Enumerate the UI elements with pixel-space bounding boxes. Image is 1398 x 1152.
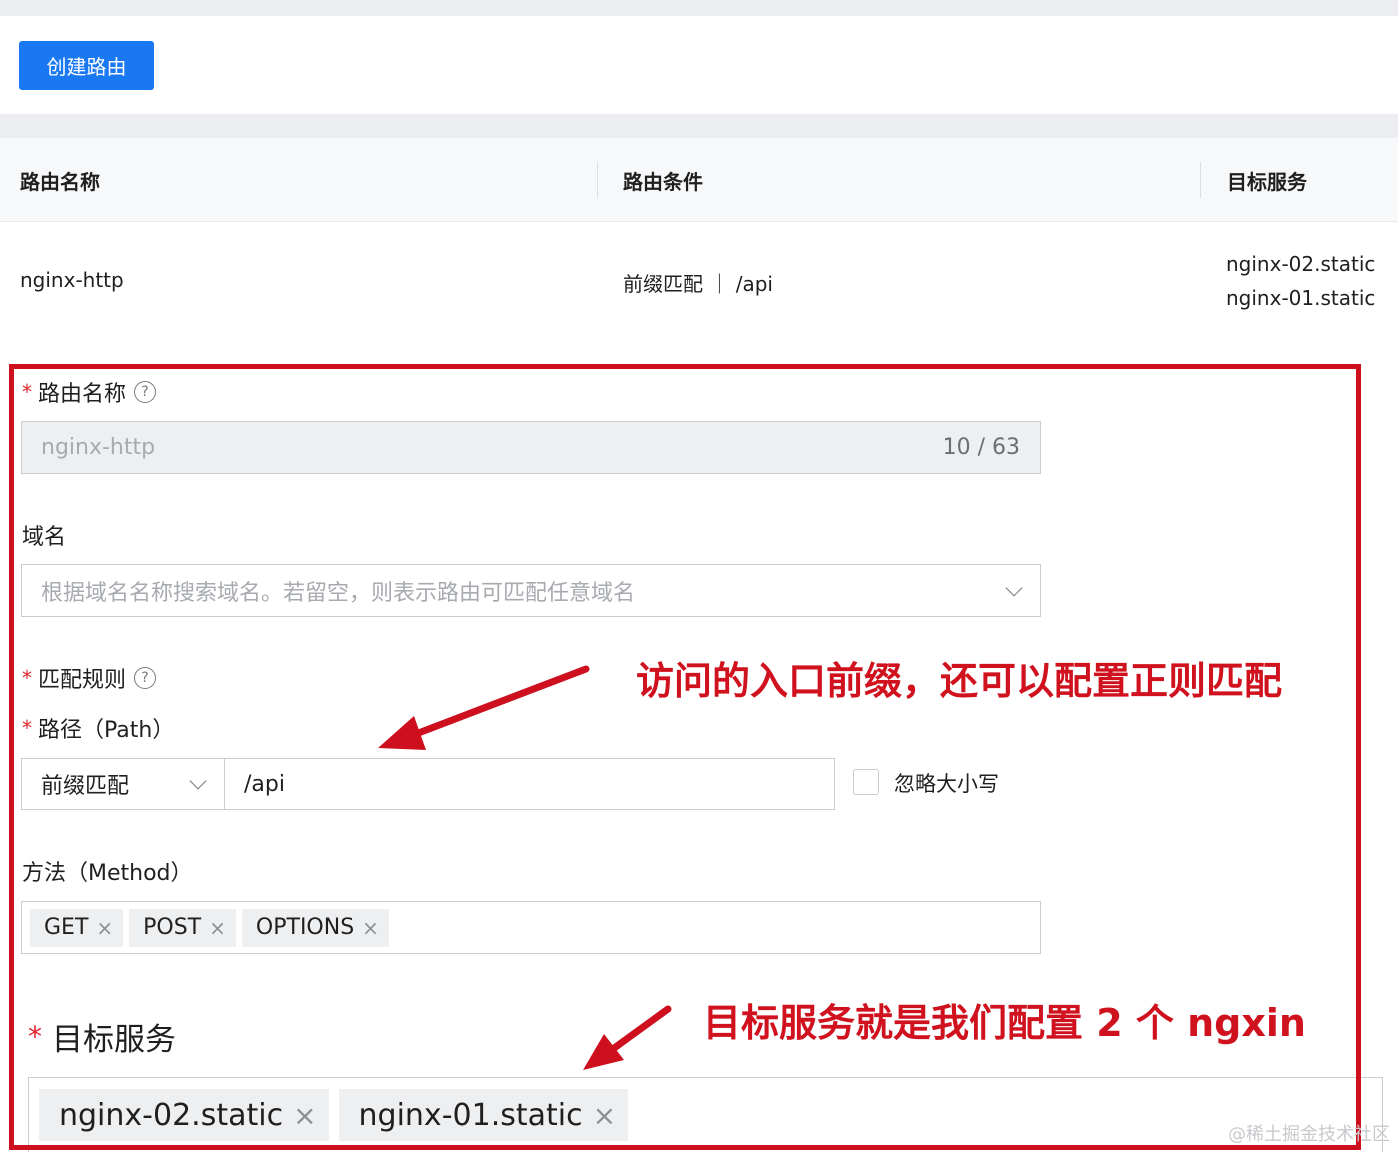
- route-name-label-text: 路由名称: [38, 382, 127, 407]
- watermark: @稀土掘金技术社区: [1228, 1124, 1390, 1145]
- ignore-case-checkbox[interactable]: [853, 769, 879, 795]
- close-icon[interactable]: ×: [209, 916, 226, 940]
- domain-placeholder: 根据域名名称搜索域名。若留空，则表示路由可匹配任意域名: [41, 580, 636, 606]
- target-service-label-text: 目标服务: [52, 1022, 176, 1058]
- path-label: * 路径（Path）: [22, 712, 174, 744]
- target-service-label: * 目标服务: [28, 1014, 176, 1059]
- create-route-button[interactable]: 创建路由: [19, 41, 154, 90]
- required-mark: *: [22, 380, 32, 404]
- cell-target-2: nginx-01.static: [1226, 286, 1376, 310]
- column-divider: [597, 162, 598, 198]
- method-tag-label: POST: [143, 915, 202, 940]
- chevron-down-icon: [1005, 579, 1023, 596]
- table-row[interactable]: nginx-http 前缀匹配 ｜ /api nginx-02.static n…: [0, 222, 1398, 340]
- column-divider: [1200, 162, 1201, 198]
- question-circle-icon[interactable]: ?: [134, 667, 157, 689]
- match-rule-label-text: 匹配规则: [38, 668, 127, 693]
- close-icon[interactable]: ×: [593, 1099, 616, 1132]
- target-tag[interactable]: nginx-02.static ×: [39, 1089, 329, 1141]
- chevron-down-icon: [189, 772, 207, 790]
- annotation-target-note: 目标服务就是我们配置 2 个 ngxin: [703, 1001, 1306, 1045]
- question-circle-icon[interactable]: ?: [134, 381, 157, 403]
- path-input[interactable]: /api: [224, 758, 835, 810]
- char-counter: 10 / 63: [942, 435, 1020, 460]
- method-label-text: 方法（Method）: [22, 861, 193, 886]
- match-rule-label: * 匹配规则 ?: [22, 662, 157, 694]
- target-tag[interactable]: nginx-01.static ×: [338, 1089, 629, 1141]
- route-name-value: nginx-http: [41, 435, 156, 460]
- domain-label: 域名: [22, 519, 66, 551]
- method-label: 方法（Method）: [22, 855, 193, 887]
- column-header-route-condition: 路由条件: [623, 169, 703, 194]
- method-tag[interactable]: POST ×: [129, 908, 236, 947]
- cell-route-name: nginx-http: [20, 268, 124, 292]
- target-tag-label: nginx-02.static: [59, 1097, 284, 1133]
- route-name-label: * 路由名称 ?: [22, 376, 157, 408]
- target-tag-label: nginx-01.static: [358, 1097, 583, 1133]
- path-value: /api: [244, 771, 285, 797]
- required-mark: *: [22, 666, 32, 690]
- domain-select[interactable]: 根据域名名称搜索域名。若留空，则表示路由可匹配任意域名: [21, 564, 1041, 617]
- annotation-match-note: 访问的入口前缀，还可以配置正则匹配: [636, 659, 1283, 703]
- domain-label-text: 域名: [22, 525, 67, 550]
- required-mark: *: [22, 716, 32, 740]
- method-tag[interactable]: GET ×: [30, 908, 124, 947]
- target-service-multiselect[interactable]: nginx-02.static × nginx-01.static ×: [28, 1077, 1383, 1152]
- top-strip: [0, 0, 1398, 16]
- cell-route-condition: 前缀匹配 ｜ /api: [623, 272, 773, 296]
- route-name-input[interactable]: nginx-http 10 / 63: [21, 421, 1041, 474]
- cell-target-1: nginx-02.static: [1226, 252, 1376, 276]
- close-icon[interactable]: ×: [96, 916, 113, 940]
- required-mark: *: [28, 1020, 42, 1053]
- method-multiselect[interactable]: GET × POST × OPTIONS ×: [21, 901, 1041, 954]
- method-tag-label: GET: [44, 915, 89, 940]
- match-type-select[interactable]: 前缀匹配: [21, 758, 225, 810]
- method-tag[interactable]: OPTIONS ×: [241, 908, 389, 947]
- close-icon[interactable]: ×: [362, 916, 379, 940]
- column-header-route-name: 路由名称: [20, 169, 100, 194]
- path-label-text: 路径（Path）: [38, 718, 175, 743]
- section-gap: [0, 114, 1398, 138]
- close-icon[interactable]: ×: [293, 1099, 316, 1132]
- column-header-target-service: 目标服务: [1227, 169, 1307, 194]
- match-type-value: 前缀匹配: [41, 774, 130, 799]
- ignore-case-label[interactable]: 忽略大小写: [894, 768, 999, 798]
- method-tag-label: OPTIONS: [255, 915, 355, 940]
- table-header: 路由名称 路由条件 目标服务: [0, 138, 1398, 222]
